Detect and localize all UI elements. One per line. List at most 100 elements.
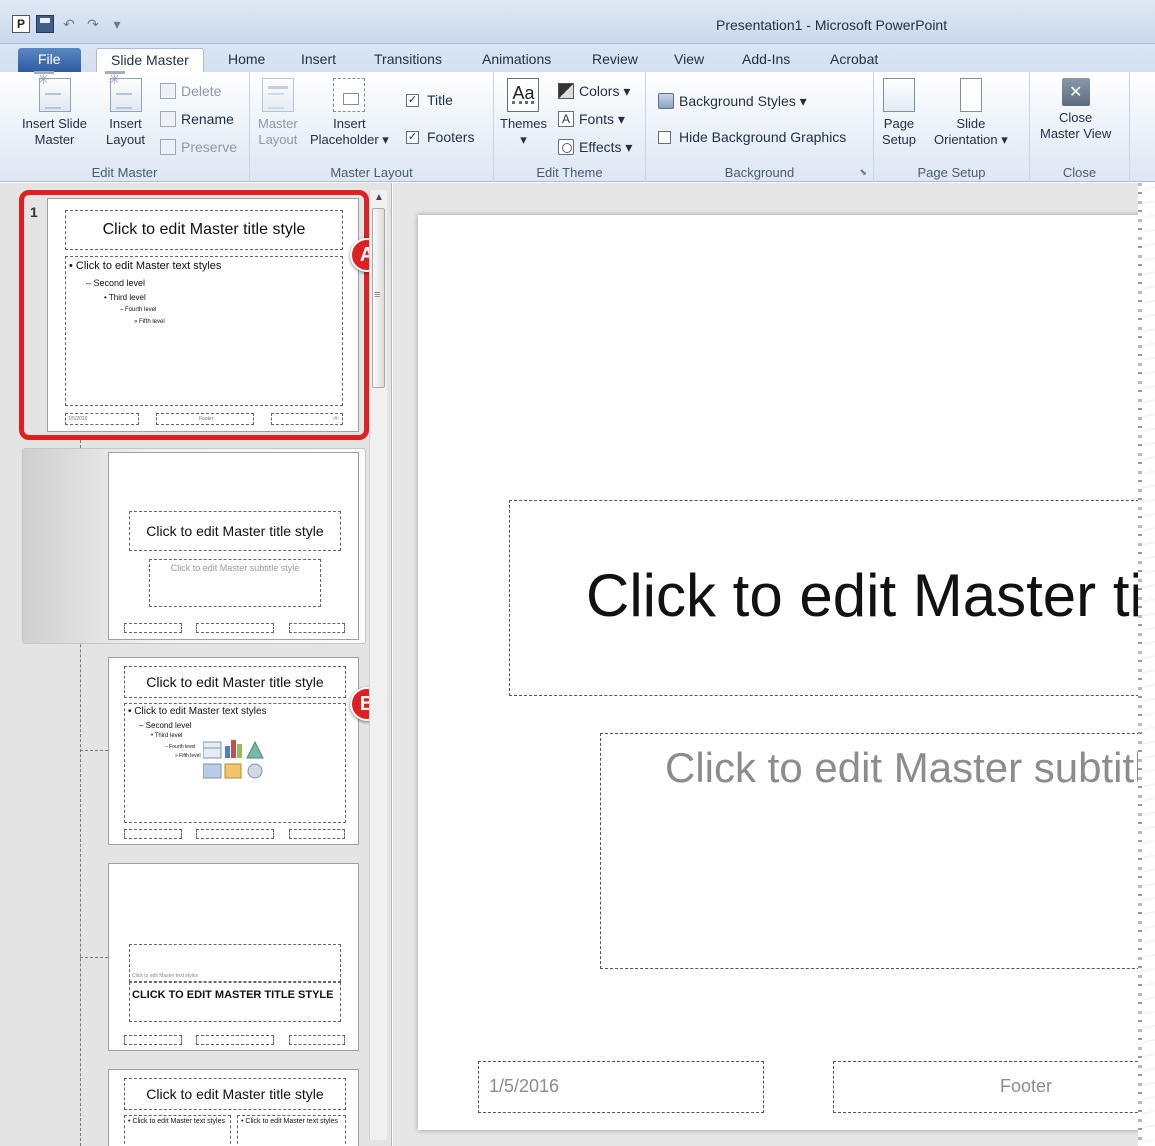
tab-transitions[interactable]: Transitions (368, 48, 448, 72)
undo-icon[interactable]: ↶ (60, 15, 78, 33)
selection-highlight (19, 190, 369, 440)
title-bar: P ↶ ↷ ▾ Presentation1 - Microsoft PowerP… (0, 0, 1155, 44)
tab-view[interactable]: View (668, 48, 710, 72)
thumb-subtitle-placeholder: Click to edit Master subtitle style (149, 559, 321, 607)
themes-button[interactable]: Aa Themes ▾ (500, 78, 547, 148)
close-icon: ✕ (1061, 78, 1090, 106)
thumb-footer-text (196, 829, 274, 839)
group-label-edit-master: Edit Master (91, 165, 158, 180)
preserve-button[interactable]: Preserve (160, 136, 237, 158)
slide-orientation-icon (959, 78, 982, 112)
master-layout-icon (261, 78, 294, 112)
page-setup-icon (882, 78, 915, 112)
insert-layout-button[interactable]: Insert Layout (104, 71, 145, 148)
redo-icon[interactable]: ↷ (84, 15, 102, 33)
master-slide-canvas[interactable]: Click to edit Master title style Click t… (418, 215, 1155, 1130)
thumb-title-placeholder: Click to edit Master title style (129, 511, 341, 551)
tab-slide-master[interactable]: Slide Master (96, 48, 204, 72)
thumbnail-pane-scrollbar[interactable]: ▲ (369, 190, 387, 1140)
hide-background-graphics-checkbox[interactable]: Hide Background Graphics (658, 126, 846, 148)
tab-acrobat[interactable]: Acrobat (824, 48, 884, 72)
background-styles-button[interactable]: Background Styles ▾ (658, 90, 807, 112)
ribbon: Insert Slide Master Insert Layout Delete… (0, 71, 1155, 182)
insert-placeholder-button[interactable]: Insert Placeholder ▾ (310, 78, 389, 148)
window-title: Presentation1 - Microsoft PowerPoint (716, 17, 948, 33)
group-master-layout: Master Layout Insert Placeholder ▾ ✓ Tit… (250, 72, 494, 182)
group-label-page-setup: Page Setup (917, 165, 986, 180)
thumb-footer-number (289, 829, 345, 839)
footer-text-placeholder[interactable]: Footer (833, 1061, 1155, 1113)
tab-add-ins[interactable]: Add-Ins (736, 48, 796, 72)
insert-slide-master-button[interactable]: Insert Slide Master (22, 71, 87, 148)
themes-icon: Aa (507, 78, 540, 112)
group-close: ✕ Close Master View Close (1030, 72, 1130, 182)
thumbnail-layout-two-content[interactable]: Click to edit Master title style • Click… (108, 1069, 359, 1146)
torn-edge-decoration (1138, 183, 1155, 1146)
footer-date-text: 1/5/2016 (489, 1076, 560, 1096)
tab-review[interactable]: Review (586, 48, 644, 72)
subtitle-placeholder[interactable]: Click to edit Master subtitle style (600, 733, 1155, 969)
footer-date-placeholder[interactable]: 1/5/2016 (478, 1061, 764, 1113)
thumb-footer-number (289, 1035, 345, 1045)
thumb-footer-text (196, 1035, 274, 1045)
thumbnail-layout-section-header[interactable]: Click to edit Master text styles CLICK T… (108, 863, 359, 1051)
thumb-footer-date (124, 623, 182, 633)
group-label-background: Background (724, 165, 795, 180)
scrollbar-thumb[interactable] (372, 208, 385, 388)
fonts-icon: A (558, 111, 574, 127)
insert-placeholder-icon (333, 78, 366, 112)
tab-animations[interactable]: Animations (476, 48, 557, 72)
tab-insert[interactable]: Insert (295, 48, 342, 72)
thumbnail-layout-title-content[interactable]: Click to edit Master title style • Click… (108, 657, 359, 845)
rename-icon (160, 111, 176, 127)
delete-icon (160, 83, 176, 99)
footers-checkbox-box[interactable]: ✓ (406, 130, 419, 144)
insert-slide-master-icon (33, 71, 71, 112)
tab-home[interactable]: Home (222, 48, 271, 72)
save-icon[interactable] (36, 15, 54, 33)
connector-branch (80, 957, 108, 958)
thumb-footer-number (289, 623, 345, 633)
slide-title-text: Click to edit Master title style (586, 562, 1155, 629)
title-placeholder[interactable]: Click to edit Master title style (509, 500, 1155, 696)
thumb-footer-date (124, 829, 182, 839)
powerpoint-logo-icon[interactable]: P (12, 15, 30, 33)
content-placeholder-icons (203, 740, 264, 779)
quick-access-toolbar: P ↶ ↷ ▾ (12, 13, 132, 35)
hide-background-checkbox-box[interactable] (658, 130, 671, 144)
title-checkbox[interactable]: ✓ Title (406, 89, 453, 111)
title-checkbox-box[interactable]: ✓ (406, 93, 419, 107)
thumb-right-column: • Click to edit Master text styles (237, 1115, 346, 1146)
insert-layout-icon (104, 71, 142, 112)
group-edit-theme: Aa Themes ▾ Colors ▾ A Fonts ▾ Effects ▾… (494, 72, 646, 182)
customize-qat-icon[interactable]: ▾ (108, 15, 126, 33)
tab-file[interactable]: File (18, 48, 81, 72)
close-master-view-button[interactable]: ✕ Close Master View (1040, 78, 1111, 142)
thumb-footer-text (196, 623, 274, 633)
group-page-setup: Page Setup Slide Orientation ▾ Page Setu… (874, 72, 1030, 182)
delete-button[interactable]: Delete (160, 80, 221, 102)
group-label-master-layout: Master Layout (330, 165, 413, 180)
background-styles-icon (658, 93, 674, 109)
effects-icon (558, 139, 574, 155)
group-background: Background Styles ▾ Hide Background Grap… (646, 72, 874, 182)
thumb-title-placeholder: Click to edit Master title style (124, 1078, 346, 1110)
ribbon-tabs: File Slide Master Home Insert Transition… (0, 44, 1155, 72)
fonts-button[interactable]: A Fonts ▾ (558, 108, 625, 130)
page-setup-button[interactable]: Page Setup (882, 78, 916, 148)
footers-checkbox[interactable]: ✓ Footers (406, 126, 474, 148)
group-edit-master: Insert Slide Master Insert Layout Delete… (0, 71, 250, 182)
thumb-text-placeholder: Click to edit Master text styles (129, 944, 341, 982)
thumb-footer-date (124, 1035, 182, 1045)
effects-button[interactable]: Effects ▾ (558, 136, 632, 158)
preserve-icon (160, 139, 176, 155)
scroll-up-icon[interactable]: ▲ (370, 190, 388, 206)
group-label-close: Close (1062, 165, 1097, 180)
thumb-left-column: • Click to edit Master text styles (124, 1115, 231, 1146)
slide-orientation-button[interactable]: Slide Orientation ▾ (934, 78, 1008, 148)
rename-button[interactable]: Rename (160, 108, 234, 130)
colors-button[interactable]: Colors ▾ (558, 80, 630, 102)
thumbnail-layout-title-slide[interactable]: Click to edit Master title style Click t… (108, 452, 359, 640)
thumb-title-placeholder: CLICK TO EDIT MASTER TITLE STYLE (129, 982, 341, 1022)
master-layout-button[interactable]: Master Layout (258, 78, 298, 148)
